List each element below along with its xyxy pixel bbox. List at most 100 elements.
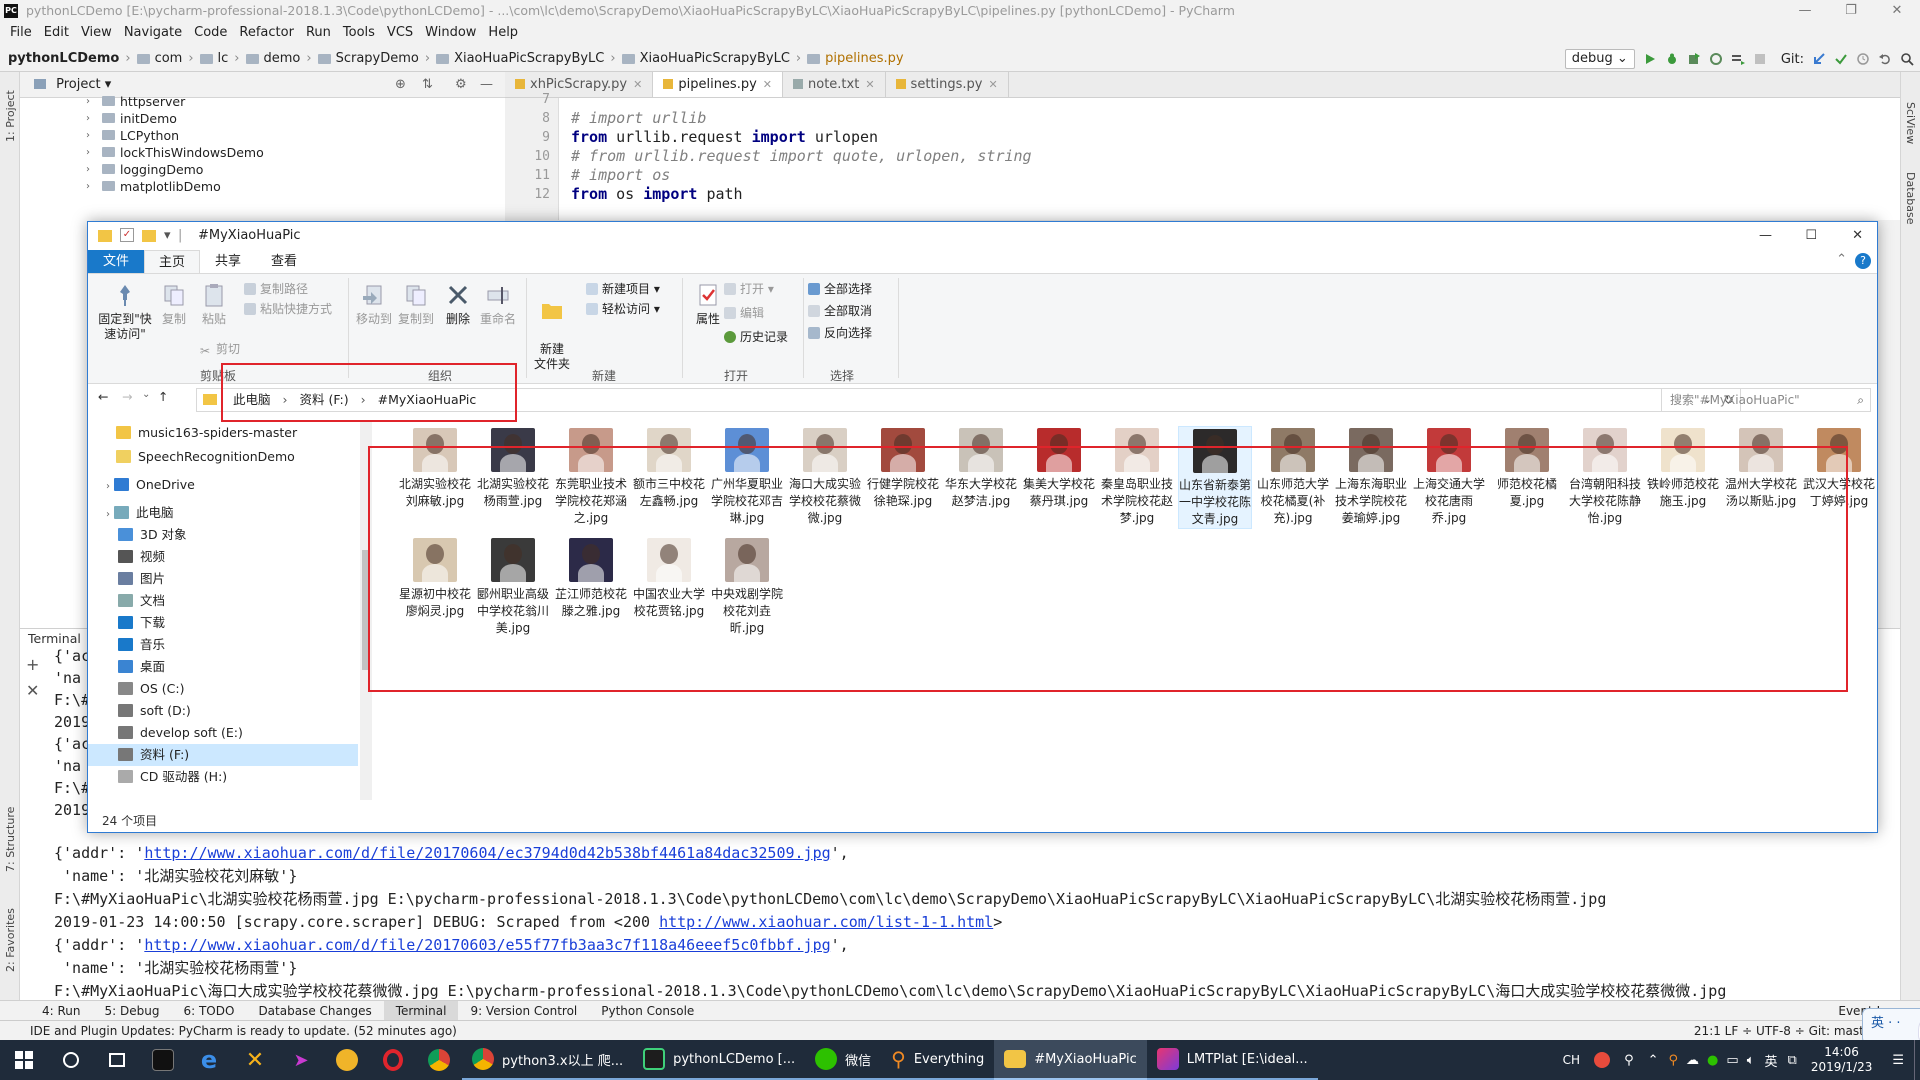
search-box[interactable]: 搜索"#MyXiaoHuaPic" ⌕ [1661, 388, 1871, 412]
coverage-icon[interactable] [1687, 52, 1701, 66]
ribbon-tab-file[interactable]: 文件 [88, 250, 144, 273]
rename-button[interactable]: 重命名 [478, 282, 518, 327]
new-item-button[interactable]: 新建项目 ▾ [586, 280, 660, 298]
opera-icon[interactable] [370, 1040, 416, 1080]
nav-item[interactable]: › 此电脑 [106, 502, 174, 524]
show-desktop-button[interactable] [1914, 1040, 1920, 1080]
notifications-icon[interactable]: ☰ [1882, 1040, 1914, 1080]
tray-app-icon[interactable] [1588, 1040, 1616, 1080]
invert-selection-button[interactable]: 反向选择 [808, 324, 872, 342]
menu-help[interactable]: Help [482, 22, 524, 44]
menu-vcs[interactable]: VCS [381, 22, 419, 44]
console-icon[interactable] [140, 1040, 186, 1080]
task-view-icon[interactable] [94, 1040, 140, 1080]
menu-code[interactable]: Code [188, 22, 233, 44]
close-tab-icon[interactable]: ✕ [865, 78, 874, 91]
nav-item[interactable]: 文档 [118, 590, 165, 612]
edge-icon[interactable]: e [186, 1040, 232, 1080]
history-button[interactable]: 历史记录 [724, 328, 788, 346]
ctex-icon[interactable]: ✕ [232, 1040, 278, 1080]
taskbar-app-intellij[interactable]: LMTPlat [E:\ideal... [1146, 1040, 1318, 1080]
editor-tab[interactable]: note.txt ✕ [783, 72, 886, 97]
breadcrumb-item[interactable]: XiaoHuaPicScrapyByLC [621, 51, 790, 66]
bottom-tab-database-changes[interactable]: Database Changes [246, 1001, 383, 1020]
breadcrumb-item[interactable]: XiaoHuaPicScrapyByLC [436, 51, 604, 66]
search-icon[interactable] [1900, 52, 1914, 66]
editor-tab[interactable]: pipelines.py ✕ [653, 72, 784, 97]
project-panel-title[interactable]: Project [56, 77, 100, 92]
profile-icon[interactable] [1709, 52, 1723, 66]
menu-edit[interactable]: Edit [38, 22, 75, 44]
minimize-button[interactable]: — [1782, 0, 1828, 22]
close-tab-icon[interactable]: ✕ [988, 78, 997, 91]
stop-icon[interactable] [1753, 52, 1767, 66]
project-tool-tab[interactable]: 1: Project [4, 90, 17, 142]
maximize-button[interactable]: ❐ [1828, 0, 1874, 22]
status-right-info[interactable]: 21:1 LF ÷ UTF-8 ÷ Git: master ÷ [1694, 1021, 1890, 1041]
run-configuration-select[interactable]: debug ⌄ [1564, 49, 1635, 69]
chrome-canary-icon[interactable] [324, 1040, 370, 1080]
copy-button[interactable]: 复制 [154, 282, 194, 327]
nav-item[interactable]: music163-spiders-master [116, 422, 297, 444]
network-icon[interactable]: ▭ [1722, 1040, 1742, 1080]
bottom-tab-5-debug[interactable]: 5: Debug [93, 1001, 172, 1020]
terminal-link[interactable]: http://www.xiaohuar.com/d/file/20170603/… [144, 936, 830, 954]
bottom-tab-9-version-control[interactable]: 9: Version Control [458, 1001, 589, 1020]
terminal-link[interactable]: http://www.xiaohuar.com/list-1-1.html [659, 913, 993, 931]
move-to-button[interactable]: 移动到 [354, 282, 394, 327]
input-switch-icon[interactable]: ⧉ [1784, 1040, 1801, 1080]
menu-window[interactable]: Window [419, 22, 482, 44]
breadcrumb-item[interactable]: com [136, 51, 182, 66]
close-button[interactable]: ✕ [1874, 0, 1920, 22]
nav-item[interactable]: 视频 [118, 546, 165, 568]
clock[interactable]: 14:06 2019/1/23 [1801, 1040, 1883, 1080]
collapse-icon[interactable]: ⇅ [422, 72, 433, 98]
ribbon-collapse-icon[interactable]: ⌃ [1836, 252, 1847, 267]
start-button[interactable] [0, 1040, 48, 1080]
properties-quick-icon[interactable]: ✓ [120, 228, 134, 242]
copy-to-button[interactable]: 复制到 [396, 282, 436, 327]
back-icon[interactable]: ← [98, 389, 108, 404]
chrome-icon[interactable] [416, 1040, 462, 1080]
menu-navigate[interactable]: Navigate [118, 22, 188, 44]
nav-item[interactable]: 桌面 [118, 656, 165, 678]
taskbar-app-everything[interactable]: ⚲ Everything [881, 1040, 995, 1080]
person-icon[interactable]: ⚲ [1616, 1040, 1642, 1080]
new-terminal-icon[interactable]: + [26, 655, 39, 674]
ribbon-tab-view[interactable]: 查看 [256, 250, 312, 273]
editor-tab[interactable]: xhPicScrapy.py ✕ [505, 72, 654, 97]
new-folder-quick-icon[interactable] [142, 230, 156, 242]
select-all-button[interactable]: 全部选择 [808, 280, 872, 298]
history-icon[interactable] [1856, 52, 1870, 66]
database-tool-tab[interactable]: Database [1904, 172, 1917, 225]
wechat-tray-icon[interactable]: ● [1703, 1040, 1722, 1080]
menu-refactor[interactable]: Refactor [233, 22, 300, 44]
breadcrumb-item[interactable]: pipelines.py [807, 51, 904, 66]
bottom-tab-4-run[interactable]: 4: Run [30, 1001, 93, 1020]
git-update-icon[interactable] [1812, 52, 1826, 66]
breadcrumb-item[interactable]: pythonLCDemo [8, 51, 119, 66]
copy-path-button[interactable]: 复制路径 [244, 280, 308, 298]
menu-file[interactable]: File [4, 22, 38, 44]
cut-button[interactable]: ✂ 剪切 [200, 340, 240, 358]
open-button[interactable]: 打开 ▾ [724, 280, 774, 298]
breadcrumb-item[interactable]: lc [199, 51, 228, 66]
nav-item[interactable]: 图片 [118, 568, 165, 590]
explorer-maximize-button[interactable]: ☐ [1805, 222, 1817, 250]
volume-icon[interactable]: 🔈︎ [1743, 1040, 1759, 1080]
menu-view[interactable]: View [75, 22, 118, 44]
language-indicator[interactable]: CH [1555, 1040, 1588, 1080]
breadcrumb-item[interactable]: ScrapyDemo [317, 51, 419, 66]
gear-icon[interactable]: ⚙ [455, 72, 467, 98]
editor-tab[interactable]: settings.py ✕ [886, 72, 1009, 97]
search-icon[interactable]: ⌕ [1857, 389, 1864, 411]
expand-arrow-icon[interactable]: › [106, 481, 110, 492]
project-tree-item[interactable]: › matplotlibDemo [86, 177, 221, 197]
nav-item[interactable]: SpeechRecognitionDemo [116, 446, 295, 468]
new-folder-button[interactable]: 新建 文件夹 [530, 282, 574, 372]
explorer-close-button[interactable]: ✕ [1852, 222, 1863, 250]
sciview-tool-tab[interactable]: SciView [1904, 102, 1917, 144]
concurrency-icon[interactable] [1731, 52, 1745, 66]
everything-tray-icon[interactable]: ⚲ [1665, 1040, 1683, 1080]
tray-expand-icon[interactable]: ⌃ [1642, 1040, 1665, 1080]
